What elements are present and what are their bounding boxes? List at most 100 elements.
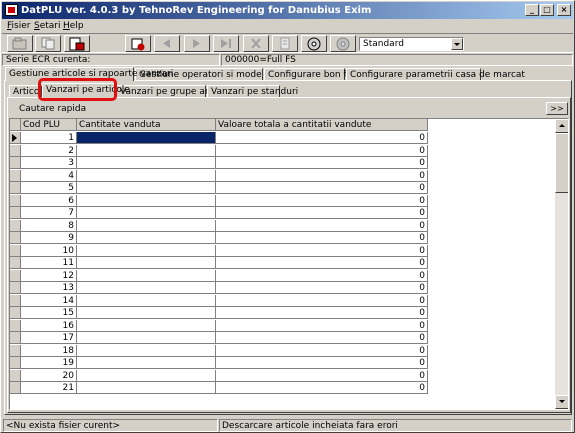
cell-plu[interactable]: 13	[21, 282, 77, 294]
cell-qty[interactable]	[77, 132, 216, 144]
vertical-scrollbar[interactable]	[555, 119, 568, 409]
cell-qty[interactable]	[77, 357, 216, 369]
cell-qty[interactable]	[77, 257, 216, 269]
close-button[interactable]: ×	[557, 4, 571, 16]
expand-search-button[interactable]: >>	[546, 102, 568, 115]
menu-fisier[interactable]: Fisier	[7, 20, 30, 33]
scroll-thumb[interactable]	[555, 133, 568, 193]
cell-plu[interactable]: 7	[21, 207, 77, 219]
row-indicator[interactable]	[10, 307, 21, 319]
cell-value[interactable]: 0	[216, 357, 428, 369]
sales-grid[interactable]: Cod PLU Cantitate vanduta Valoare totala…	[9, 118, 569, 410]
row-indicator[interactable]	[10, 270, 21, 282]
cell-qty[interactable]	[77, 195, 216, 207]
row-indicator[interactable]	[10, 370, 21, 382]
menu-setari[interactable]: Setari	[34, 20, 61, 33]
cell-plu[interactable]: 20	[21, 370, 77, 382]
edit-button[interactable]	[272, 35, 298, 52]
last-record-button[interactable]	[213, 35, 239, 52]
cell-plu[interactable]: 6	[21, 195, 77, 207]
column-header-value[interactable]: Valoare totala a cantitatii vandute	[216, 119, 428, 131]
row-indicator[interactable]	[10, 295, 21, 307]
cell-qty[interactable]	[77, 332, 216, 344]
row-indicator[interactable]	[10, 320, 21, 332]
maximize-button[interactable]: □	[540, 4, 554, 16]
cell-value[interactable]: 0	[216, 270, 428, 282]
cell-value[interactable]: 0	[216, 145, 428, 157]
cell-value[interactable]: 0	[216, 207, 428, 219]
title-bar[interactable]: DatPLU ver. 4.0.3 by TehnoRev Engineerin…	[2, 2, 573, 19]
cell-value[interactable]: 0	[216, 257, 428, 269]
cell-value[interactable]: 0	[216, 282, 428, 294]
row-indicator[interactable]	[10, 182, 21, 194]
next-record-button[interactable]	[184, 35, 210, 52]
cell-value[interactable]: 0	[216, 245, 428, 257]
column-header-qty[interactable]: Cantitate vanduta	[77, 119, 216, 131]
cell-value[interactable]: 0	[216, 232, 428, 244]
cell-qty[interactable]	[77, 270, 216, 282]
cell-plu[interactable]: 10	[21, 245, 77, 257]
print-report-button[interactable]	[64, 35, 90, 52]
row-indicator[interactable]	[10, 245, 21, 257]
copy-button[interactable]	[35, 35, 61, 52]
cell-qty[interactable]	[77, 320, 216, 332]
row-indicator[interactable]	[10, 170, 21, 182]
cell-qty[interactable]	[77, 345, 216, 357]
cell-plu[interactable]: 21	[21, 382, 77, 394]
cell-value[interactable]: 0	[216, 307, 428, 319]
minimize-button[interactable]: _	[525, 4, 539, 16]
row-indicator[interactable]	[10, 282, 21, 294]
column-header-plu[interactable]: Cod PLU	[21, 119, 77, 131]
subtab-vanzari-pe-articole[interactable]: Vanzari pe articole	[42, 83, 130, 98]
cell-value[interactable]: 0	[216, 370, 428, 382]
cell-value[interactable]: 0	[216, 382, 428, 394]
cell-plu[interactable]: 19	[21, 357, 77, 369]
cell-plu[interactable]: 15	[21, 307, 77, 319]
cell-value[interactable]: 0	[216, 182, 428, 194]
cell-value[interactable]: 0	[216, 157, 428, 169]
cell-plu[interactable]: 8	[21, 220, 77, 232]
cell-value[interactable]: 0	[216, 220, 428, 232]
cell-plu[interactable]: 17	[21, 332, 77, 344]
delete-button[interactable]	[243, 35, 269, 52]
row-indicator[interactable]	[10, 207, 21, 219]
mode-select[interactable]: Standard	[359, 37, 464, 51]
cell-value[interactable]: 0	[216, 345, 428, 357]
cell-qty[interactable]	[77, 232, 216, 244]
cell-plu[interactable]: 4	[21, 170, 77, 182]
cell-qty[interactable]	[77, 282, 216, 294]
row-indicator[interactable]	[10, 357, 21, 369]
row-indicator[interactable]	[10, 382, 21, 394]
cell-plu[interactable]: 18	[21, 345, 77, 357]
row-indicator[interactable]	[10, 195, 21, 207]
cell-plu[interactable]: 9	[21, 232, 77, 244]
cell-qty[interactable]	[77, 245, 216, 257]
cell-plu[interactable]: 16	[21, 320, 77, 332]
cell-qty[interactable]	[77, 220, 216, 232]
cell-qty[interactable]	[77, 145, 216, 157]
cell-value[interactable]: 0	[216, 195, 428, 207]
cell-qty[interactable]	[77, 370, 216, 382]
cell-plu[interactable]: 5	[21, 182, 77, 194]
row-indicator[interactable]	[10, 132, 21, 144]
cell-plu[interactable]: 3	[21, 157, 77, 169]
open-file-button[interactable]	[7, 35, 33, 52]
cell-qty[interactable]	[77, 157, 216, 169]
cell-qty[interactable]	[77, 170, 216, 182]
cell-value[interactable]: 0	[216, 295, 428, 307]
cd-button[interactable]	[330, 35, 356, 52]
row-indicator[interactable]	[10, 220, 21, 232]
cell-qty[interactable]	[77, 307, 216, 319]
cell-value[interactable]: 0	[216, 320, 428, 332]
cell-plu[interactable]: 12	[21, 270, 77, 282]
cell-value[interactable]: 0	[216, 170, 428, 182]
save-disk-button[interactable]	[301, 35, 327, 52]
prev-record-button[interactable]	[154, 35, 180, 52]
cell-qty[interactable]	[77, 382, 216, 394]
tab-gestiune-articole[interactable]: Gestiune articole si rapoarte vanzari	[5, 67, 173, 81]
row-indicator[interactable]	[10, 145, 21, 157]
scroll-down-button[interactable]	[555, 395, 568, 409]
chevron-down-icon[interactable]	[451, 38, 463, 50]
row-indicator[interactable]	[10, 332, 21, 344]
cell-qty[interactable]	[77, 182, 216, 194]
